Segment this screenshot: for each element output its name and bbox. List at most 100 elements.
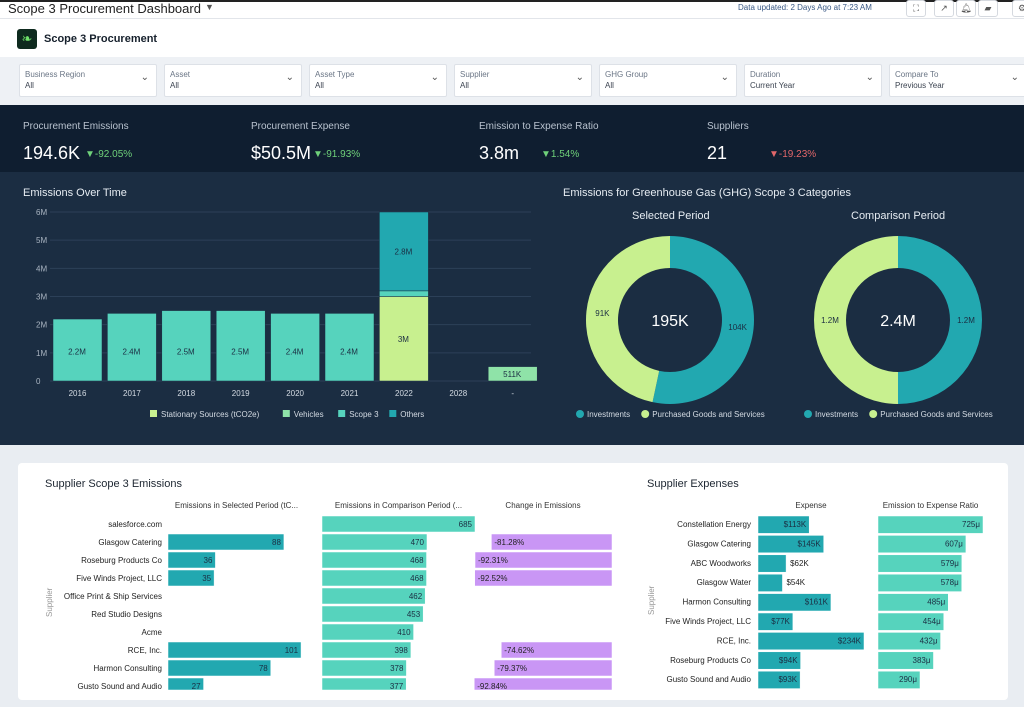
column-header: Emission to Expense Ratio xyxy=(883,501,979,510)
bar[interactable] xyxy=(167,533,285,551)
bar-label: $145K xyxy=(798,539,822,548)
bar[interactable] xyxy=(757,573,783,592)
supplier-label: Glasgow Water xyxy=(697,578,752,587)
bar-label: -81.28% xyxy=(494,538,524,547)
column-header: Expense xyxy=(795,501,827,510)
bar-label: $54K xyxy=(786,578,805,587)
bar-label: 101 xyxy=(285,646,299,655)
x-tick-label: 2021 xyxy=(341,389,359,398)
bar-label: 35 xyxy=(202,574,211,583)
legend-swatch xyxy=(576,410,584,418)
bar-label: $62K xyxy=(790,559,809,568)
supplier-label: Five Winds Project, LLC xyxy=(76,574,162,583)
bar-label: 470 xyxy=(411,538,425,547)
slice-label: 91K xyxy=(595,309,610,318)
slice-label: 1.2M xyxy=(957,316,975,325)
column-header: Emissions in Comparison Period (... xyxy=(335,501,462,510)
x-tick-label: 2020 xyxy=(286,389,304,398)
bar-label: 468 xyxy=(410,574,424,583)
bar-segment-scope-3[interactable] xyxy=(215,310,266,382)
legend-swatch xyxy=(641,410,650,418)
legend-label[interactable]: Stationary Sources (tCO2e) xyxy=(161,410,260,419)
y-tick-label: 2M xyxy=(36,321,47,330)
legend-swatch xyxy=(389,410,397,417)
bar-label: -92.52% xyxy=(478,574,508,583)
bar-label: -79.37% xyxy=(497,664,527,673)
bar-label: 2.5M xyxy=(231,347,249,356)
bar[interactable] xyxy=(167,659,271,677)
charts-svg: 0 1M 2M 3M 4M 5M 6M 2016 2.2M 2017 2.4M 2018 2.5M 201… xyxy=(36,208,993,691)
y-tick-label: 4M xyxy=(36,264,47,273)
bar-label: 485μ xyxy=(927,598,945,607)
bar[interactable] xyxy=(757,554,787,573)
x-tick-label: 2028 xyxy=(449,389,467,398)
supplier-label: Acme xyxy=(142,628,163,637)
x-tick-label: 2016 xyxy=(69,389,87,398)
legend-swatch xyxy=(338,410,346,417)
bar-label: $161K xyxy=(805,598,829,607)
donut-total: 195K xyxy=(651,313,689,330)
bar-label: $94K xyxy=(779,656,798,665)
bar-label: 2.2M xyxy=(68,347,86,356)
supplier-label: Constellation Energy xyxy=(677,520,751,529)
bar-label: 398 xyxy=(395,646,409,655)
slice-label: 1.2M xyxy=(821,316,839,325)
y-tick-label: 3M xyxy=(36,293,47,302)
bar-label: 2.8M xyxy=(395,247,413,256)
bar-label: -74.62% xyxy=(504,646,534,655)
bar-label: 78 xyxy=(259,664,268,673)
bar-label: 2.4M xyxy=(340,347,358,356)
bar-label: $93K xyxy=(778,675,797,684)
supplier-label: Gusto Sound and Audio xyxy=(77,682,162,691)
bar-label: 2.4M xyxy=(286,347,304,356)
legend-label[interactable]: Vehicles xyxy=(294,410,324,419)
y-tick-label: 1M xyxy=(36,349,47,358)
bar-label: -92.31% xyxy=(478,556,508,565)
bar-label: 36 xyxy=(204,556,213,565)
bar-label: 290μ xyxy=(899,675,917,684)
legend-label[interactable]: Investments xyxy=(587,410,630,419)
column-header: Change in Emissions xyxy=(505,501,580,510)
bar[interactable] xyxy=(321,515,476,533)
legend-label[interactable]: Investments xyxy=(815,410,858,419)
bar-label: -92.84% xyxy=(477,682,507,691)
supplier-label: Roseburg Products Co xyxy=(81,556,162,565)
bar-label: 511K xyxy=(503,370,522,379)
legend-label[interactable]: Scope 3 xyxy=(349,410,379,419)
bar[interactable] xyxy=(167,641,302,659)
bar-label: 462 xyxy=(409,592,423,601)
bar-label: $77K xyxy=(771,617,790,626)
supplier-label: Harmon Consulting xyxy=(94,664,162,673)
y-tick-label: 0 xyxy=(36,377,41,386)
legend-label[interactable]: Purchased Goods and Services xyxy=(880,410,993,419)
x-tick-label: 2019 xyxy=(232,389,250,398)
supplier-label: Glasgow Catering xyxy=(98,538,162,547)
bar-segment-scope-3[interactable] xyxy=(161,310,212,382)
supplier-label: Harmon Consulting xyxy=(683,598,751,607)
x-tick-label: 2018 xyxy=(177,389,195,398)
supplier-label: Red Studio Designs xyxy=(91,610,162,619)
bar-label: 685 xyxy=(459,520,473,529)
bar-label: 88 xyxy=(272,538,281,547)
legend-swatch xyxy=(282,410,290,417)
bar-segment-scope-3[interactable] xyxy=(379,290,429,297)
legend-swatch xyxy=(804,410,812,418)
bar-label: 453 xyxy=(407,610,421,619)
bar-label: 27 xyxy=(192,682,201,691)
bar-label: 607μ xyxy=(945,539,963,548)
bar-label: 378 xyxy=(390,664,404,673)
supplier-label: ABC Woodworks xyxy=(691,559,751,568)
legend-label[interactable]: Purchased Goods and Services xyxy=(652,410,765,419)
bar-label: 3M xyxy=(398,335,409,344)
y-tick-label: 5M xyxy=(36,236,47,245)
x-tick-label: - xyxy=(511,389,514,398)
x-tick-label: 2022 xyxy=(395,389,413,398)
bar-label: $234K xyxy=(838,636,862,645)
slice-label: 104K xyxy=(728,323,747,332)
bar-label: 468 xyxy=(410,556,424,565)
supplier-label: Roseburg Products Co xyxy=(670,656,751,665)
supplier-label: Gusto Sound and Audio xyxy=(666,675,751,684)
bar-label: 454μ xyxy=(923,617,941,626)
supplier-label: RCE, Inc. xyxy=(128,646,162,655)
legend-label[interactable]: Others xyxy=(400,410,424,419)
